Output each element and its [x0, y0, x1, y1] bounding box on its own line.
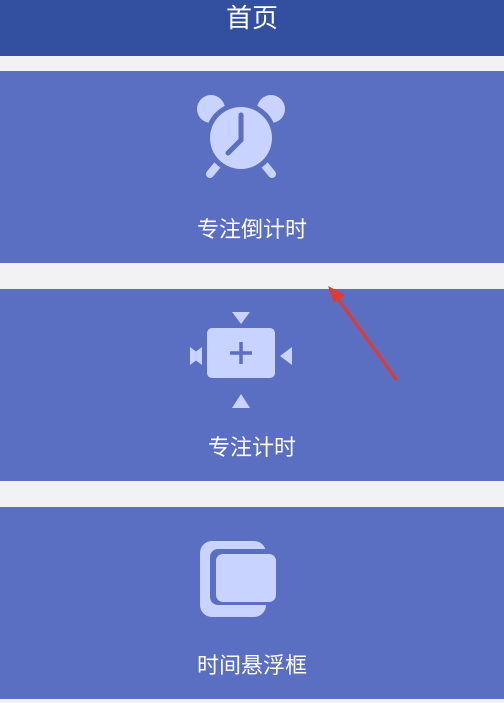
focus-countdown-card[interactable]: 专注倒计时	[0, 71, 504, 263]
page-title: 首页	[225, 4, 278, 34]
focus-timer-card[interactable]: 专注计时	[0, 289, 504, 481]
floating-window-icon	[200, 541, 278, 617]
focus-timer-label: 专注计时	[207, 436, 296, 461]
focus-countdown-label: 专注倒计时	[196, 218, 307, 243]
app-header: 首页	[0, 0, 504, 56]
expand-plus-icon	[190, 312, 292, 408]
floating-window-label: 时间悬浮框	[196, 654, 307, 679]
alarm-clock-icon	[197, 95, 285, 178]
floating-window-card[interactable]: 时间悬浮框	[0, 507, 504, 699]
